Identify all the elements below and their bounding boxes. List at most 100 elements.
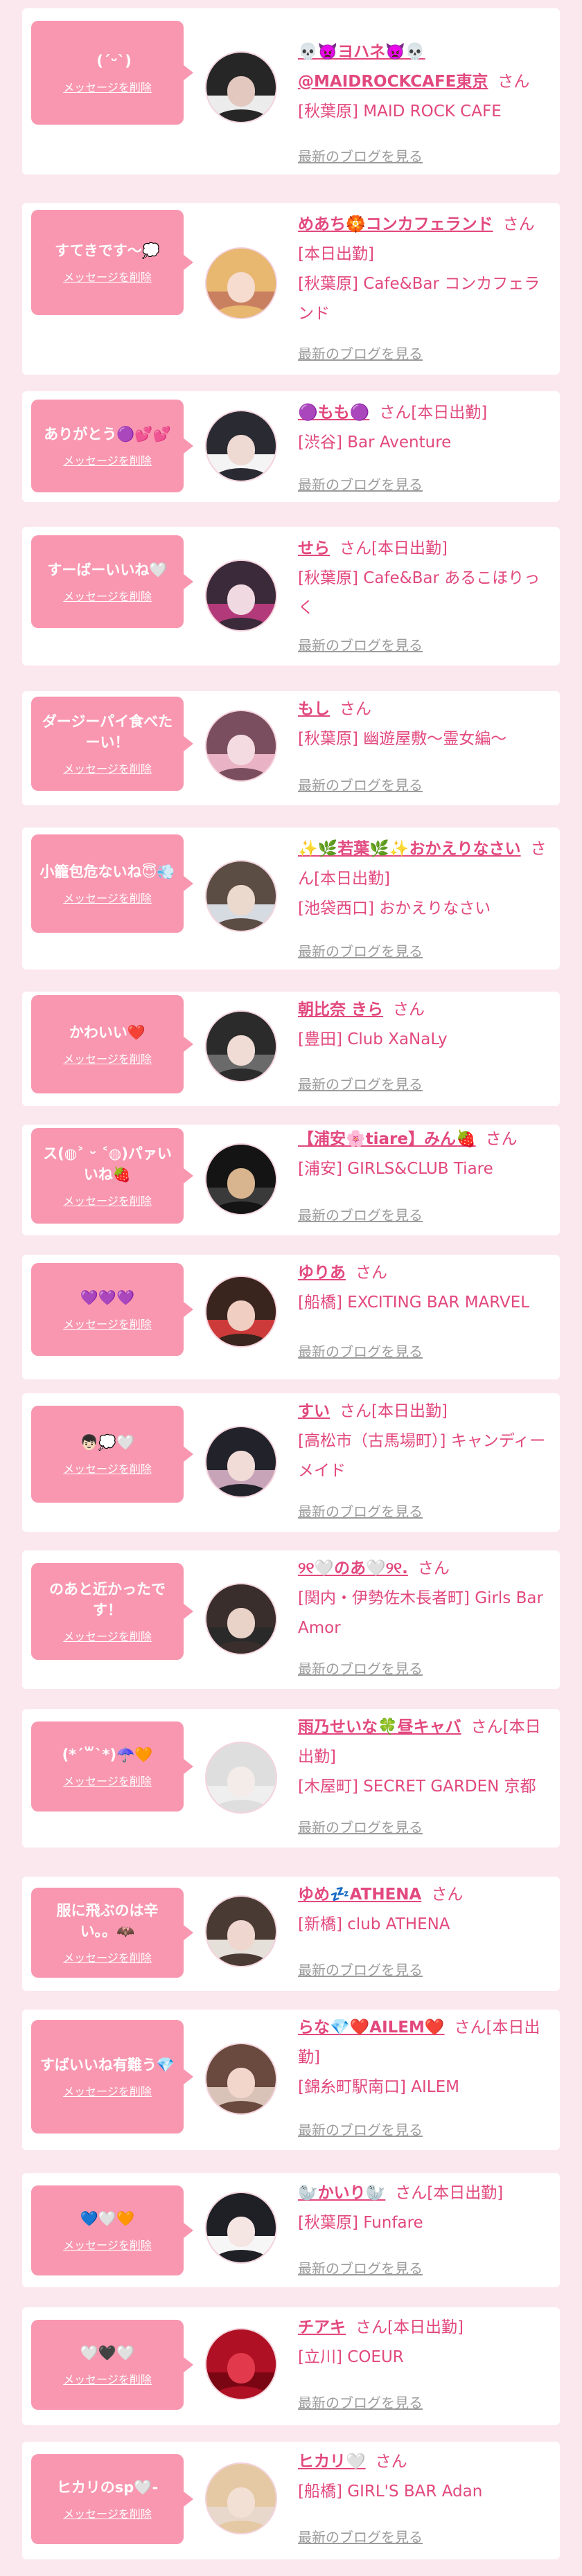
avatar[interactable] xyxy=(205,410,277,482)
message-bubble: のあと近かったです！ メッセージを削除 xyxy=(31,1563,193,1660)
latest-blog-link[interactable]: 最新のブログを見る xyxy=(298,774,423,794)
message-card: 👦🏻💭🤍 メッセージを削除 すい さん[本日出勤] [高松市（古馬場町）] キャンディー… xyxy=(22,1393,560,1532)
latest-blog-link[interactable]: 最新のブログを見る xyxy=(298,1341,423,1361)
avatar-face xyxy=(227,584,255,615)
message-bubble: すてきです〜💭 メッセージを削除 xyxy=(31,210,193,315)
avatar[interactable] xyxy=(205,2192,277,2264)
message-text: 👦🏻💭🤍 xyxy=(80,1434,135,1451)
latest-blog-link[interactable]: 最新のブログを見る xyxy=(298,2392,423,2412)
latest-blog-link[interactable]: 最新のブログを見る xyxy=(298,1959,423,1979)
cast-name-line: 朝比奈 きら さん xyxy=(298,995,549,1025)
delete-message-link[interactable]: メッセージを削除 xyxy=(63,2370,152,2387)
cast-name-link[interactable]: ゆりあ xyxy=(298,1264,346,1282)
avatar[interactable] xyxy=(205,1010,277,1082)
delete-message-link[interactable]: メッセージを削除 xyxy=(63,1627,152,1644)
cast-name-link[interactable]: 雨乃せいな🍀昼キャバ xyxy=(298,1718,461,1736)
delete-message-link[interactable]: メッセージを削除 xyxy=(63,760,152,776)
cast-name-link[interactable]: すい xyxy=(298,1402,330,1420)
message-card: ス(◍˃ ᵕ ˂◍)パァいいね🍓 メッセージを削除 【浦安🌸tiare】みん🍓 さん [… xyxy=(22,1125,560,1235)
avatar[interactable] xyxy=(205,247,277,319)
cast-name-link[interactable]: ୨୧🤍のあ🤍୨୧. xyxy=(298,1559,408,1577)
avatar[interactable] xyxy=(205,1742,277,1814)
cast-name-link[interactable]: らな💎❤️AILEM❤️ xyxy=(298,2019,445,2037)
cast-name-link[interactable]: もし xyxy=(298,700,330,718)
shop-name: [浦安] GIRLS&CLUB Tiare xyxy=(298,1160,493,1178)
delete-message-link[interactable]: メッセージを削除 xyxy=(63,1772,152,1789)
avatar-face xyxy=(227,1766,255,1797)
latest-blog-link[interactable]: 最新のブログを見る xyxy=(298,1204,423,1224)
avatar-face xyxy=(227,1035,255,1066)
avatar[interactable] xyxy=(205,710,277,782)
latest-blog-link[interactable]: 最新のブログを見る xyxy=(298,2257,423,2278)
message-bubble: 小籠包危ないね😇💨 メッセージを削除 xyxy=(31,834,193,933)
cast-name-link[interactable]: めあち🏵️コンカフェランド xyxy=(298,215,493,233)
delete-message-link[interactable]: メッセージを削除 xyxy=(63,1050,152,1066)
avatar-face xyxy=(227,1168,255,1199)
latest-blog-link[interactable]: 最新のブログを見る xyxy=(298,1658,423,1678)
avatar-body xyxy=(212,2101,270,2113)
latest-blog-link[interactable]: 最新のブログを見る xyxy=(298,1073,423,1093)
delete-message-link[interactable]: メッセージを削除 xyxy=(63,78,152,95)
avatar-body xyxy=(212,618,270,630)
delete-message-link[interactable]: メッセージを削除 xyxy=(63,451,152,468)
message-text: 小籠包危ないね😇💨 xyxy=(39,864,175,880)
avatar[interactable] xyxy=(205,51,277,123)
cast-info: ヒカリ🤍 さん [船橋] GIRL'S BAR Adan xyxy=(298,2447,549,2507)
shop-name: [高松市（古馬場町）] キャンディーメイド xyxy=(298,1432,546,1480)
avatar-face xyxy=(227,885,255,915)
avatar[interactable] xyxy=(205,560,277,632)
message-bubble: ス(◍˃ ᵕ ˂◍)パァいいね🍓 メッセージを削除 xyxy=(31,1128,193,1224)
avatar[interactable] xyxy=(205,2462,277,2534)
delete-message-link[interactable]: メッセージを削除 xyxy=(63,2236,152,2253)
avatar-body xyxy=(212,1800,270,1812)
latest-blog-link[interactable]: 最新のブログを見る xyxy=(298,634,423,654)
cast-name-link[interactable]: 🦭かいり🦭 xyxy=(298,2184,385,2202)
latest-blog-link[interactable]: 最新のブログを見る xyxy=(298,474,423,494)
latest-blog-link[interactable]: 最新のブログを見る xyxy=(298,1501,423,1521)
cast-info: めあち🏵️コンカフェランド さん [本日出勤] [秋葉原] Cafe&Bar コンカフ… xyxy=(298,210,549,329)
latest-blog-link[interactable]: 最新のブログを見る xyxy=(298,343,423,363)
message-card: ありがとう🟣💕💕 メッセージを削除 🟣もも🟣 さん[本日出勤] [渋谷] Bar Ave… xyxy=(22,391,560,502)
cast-name-link[interactable]: 【浦安🌸tiare】みん🍓 xyxy=(298,1130,476,1148)
delete-message-link[interactable]: メッセージを削除 xyxy=(63,2505,152,2521)
avatar[interactable] xyxy=(205,1426,277,1498)
cast-name-link[interactable]: ✨🌿若葉🌿✨おかえりなさい xyxy=(298,840,521,858)
avatar-body xyxy=(212,468,270,481)
delete-message-link[interactable]: メッセージを削除 xyxy=(63,1192,152,1208)
avatar[interactable] xyxy=(205,2043,277,2115)
delete-message-link[interactable]: メッセージを削除 xyxy=(63,268,152,285)
honorific-label: さん xyxy=(454,2019,486,2037)
delete-message-link[interactable]: メッセージを削除 xyxy=(63,1315,152,1332)
avatar[interactable] xyxy=(205,1143,277,1215)
message-text: 💙🤍🧡 xyxy=(80,2210,135,2227)
latest-blog-link[interactable]: 最新のブログを見る xyxy=(298,2119,423,2139)
cast-info: 🦭かいり🦭 さん[本日出勤] [秋葉原] Funfare xyxy=(298,2179,549,2238)
delete-message-link[interactable]: メッセージを削除 xyxy=(63,2082,152,2099)
delete-message-link[interactable]: メッセージを削除 xyxy=(63,1460,152,1476)
delete-message-link[interactable]: メッセージを削除 xyxy=(63,1949,152,1965)
cast-info: もし さん [秋葉原] 幽遊屋敷〜霊女編〜 xyxy=(298,695,549,754)
cast-name-link[interactable]: せら xyxy=(298,539,330,557)
latest-blog-link[interactable]: 最新のブログを見る xyxy=(298,940,423,960)
latest-blog-link[interactable]: 最新のブログを見る xyxy=(298,1816,423,1836)
avatar[interactable] xyxy=(205,1895,277,1967)
cast-name-link[interactable]: 💀👿ヨハネ👿💀@MAIDROCKCAFE東京 xyxy=(298,43,488,91)
delete-message-link[interactable]: メッセージを削除 xyxy=(63,587,152,604)
message-card: 💙🤍🧡 メッセージを削除 🦭かいり🦭 さん[本日出勤] [秋葉原] Funfare 最新の… xyxy=(22,2173,560,2287)
cast-name-link[interactable]: チアキ xyxy=(298,2318,346,2336)
avatar[interactable] xyxy=(205,860,277,932)
message-text: すてきです〜💭 xyxy=(55,242,160,259)
shop-name: [木屋町] SECRET GARDEN 京都 xyxy=(298,1778,536,1796)
cast-name-link[interactable]: 朝比奈 きら xyxy=(298,1001,383,1019)
cast-info: らな💎❤️AILEM❤️ さん[本日出勤] [錦糸町駅南口] AILEM xyxy=(298,2013,549,2102)
avatar[interactable] xyxy=(205,2328,277,2400)
avatar[interactable] xyxy=(205,1583,277,1655)
delete-message-link[interactable]: メッセージを削除 xyxy=(63,889,152,906)
cast-name-link[interactable]: 🟣もも🟣 xyxy=(298,404,369,422)
cast-name-link[interactable]: ヒカリ🤍 xyxy=(298,2453,366,2471)
latest-blog-link[interactable]: 最新のブログを見る xyxy=(298,145,423,166)
latest-blog-link[interactable]: 最新のブログを見る xyxy=(298,2526,423,2546)
cast-name-link[interactable]: ゆめ💤ATHENA xyxy=(298,1886,421,1904)
avatar[interactable] xyxy=(205,1276,277,1348)
cast-name-line: ヒカリ🤍 さん xyxy=(298,2447,549,2477)
